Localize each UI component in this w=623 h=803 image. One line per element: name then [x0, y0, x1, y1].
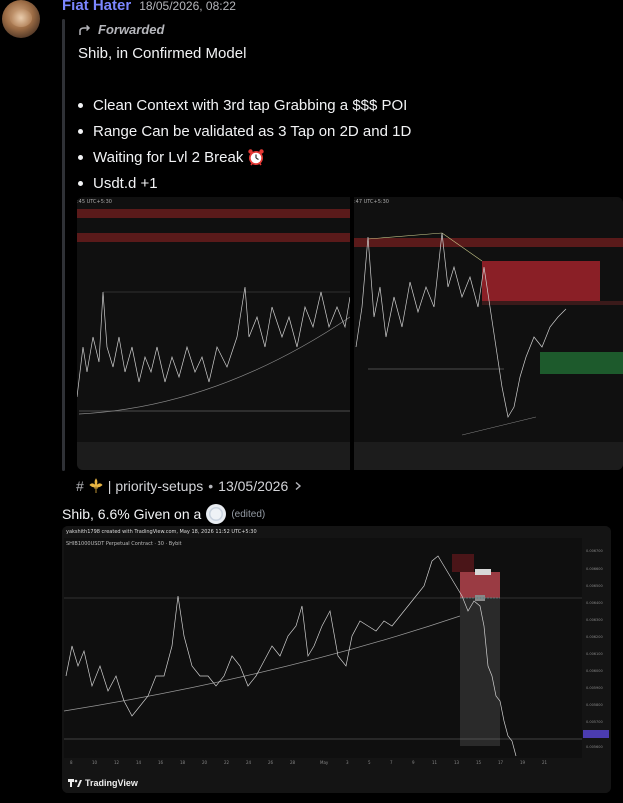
reply-line: Shib, 6.6% Given on a (edited) [62, 503, 265, 525]
svg-text:10: 10 [92, 760, 98, 765]
bullet-text: Waiting for Lvl 2 Break [93, 148, 244, 166]
plate-icon [205, 503, 227, 525]
channel-hash: # [76, 478, 84, 494]
svg-text:28: 28 [290, 760, 296, 765]
svg-text:0.006700: 0.006700 [586, 549, 603, 553]
svg-text:0.006400: 0.006400 [586, 601, 603, 605]
forwarded-text: Forwarded [98, 22, 165, 37]
alarm-clock-icon [246, 147, 266, 167]
reply-text: Shib, 6.6% Given on a [62, 506, 202, 522]
channel-link[interactable]: # | priority-setups • 13/05/2026 [76, 478, 303, 494]
author-name[interactable]: Fiat Hater [62, 0, 131, 14]
chart-header-text: yakshith1798 created with TradingView.co… [66, 529, 257, 535]
svg-text:0.006200: 0.006200 [586, 635, 603, 639]
tradingview-chart-image[interactable]: 0.006700 0.006600 0.006500 0.006400 0.00… [62, 526, 611, 793]
chart-caption: :45 UTC+5:30 [77, 199, 112, 205]
tradingview-brand: TradingView [85, 778, 138, 788]
message-timestamp: 18/05/2026, 08:22 [139, 0, 236, 13]
tradingview-logo: TradingView [68, 778, 138, 788]
svg-text:14: 14 [136, 760, 142, 765]
svg-text:0.005700: 0.005700 [586, 720, 603, 724]
svg-text:0.006600: 0.006600 [586, 567, 603, 571]
svg-text:22: 22 [224, 760, 230, 765]
svg-text:11: 11 [432, 760, 438, 765]
svg-text:12: 12 [114, 760, 120, 765]
edited-tag: (edited) [231, 508, 266, 520]
avatar[interactable] [2, 0, 40, 38]
chart-symbol: SHIB1000USDT Perpetual Contract · 30 · B… [66, 541, 182, 547]
channel-date: 13/05/2026 [218, 478, 289, 494]
svg-text:26: 26 [268, 760, 274, 765]
list-item: Range Can be validated as 3 Tap on 2D an… [78, 118, 411, 144]
channel-name: | priority-setups [107, 478, 204, 494]
list-item: Waiting for Lvl 2 Break [78, 144, 411, 170]
bullet-text: Clean Context with 3rd tap Grabbing a $$… [93, 96, 408, 114]
chevron-right-icon [295, 481, 302, 491]
forward-bar [62, 19, 65, 471]
image-attachments[interactable]: :45 UTC+5:30 :47 UTC+5:30 [77, 197, 623, 470]
chart-image-right[interactable]: :47 UTC+5:30 [354, 197, 623, 470]
svg-text:0.006300: 0.006300 [586, 618, 603, 622]
fleur-de-lis-icon [89, 478, 103, 493]
svg-text:15: 15 [476, 760, 482, 765]
svg-text:20: 20 [202, 760, 208, 765]
svg-text:0.005900: 0.005900 [586, 686, 603, 690]
svg-text:May: May [320, 760, 329, 765]
tradingview-logo-icon [68, 779, 82, 787]
svg-text:24: 24 [246, 760, 252, 765]
forward-arrow-icon [79, 24, 91, 35]
bullet-text: Usdt.d +1 [93, 174, 158, 192]
svg-text:18: 18 [180, 760, 186, 765]
svg-text:0.006000: 0.006000 [586, 669, 603, 673]
forwarded-label: Forwarded [78, 22, 164, 37]
svg-text:16: 16 [158, 760, 164, 765]
svg-text:0.006500: 0.006500 [586, 584, 603, 588]
forwarded-title: Shib, in Confirmed Model [78, 45, 247, 62]
message-header: Fiat Hater 18/05/2026, 08:22 [62, 0, 236, 15]
list-item: Clean Context with 3rd tap Grabbing a $$… [78, 92, 411, 118]
svg-text:17: 17 [498, 760, 504, 765]
channel-separator: • [208, 478, 214, 494]
chart-image-left[interactable]: :45 UTC+5:30 [77, 197, 351, 470]
svg-text:0.006100: 0.006100 [586, 652, 603, 656]
svg-text:19: 19 [520, 760, 526, 765]
svg-text:0.005800: 0.005800 [586, 703, 603, 707]
chart-caption: :47 UTC+5:30 [354, 199, 389, 205]
svg-text:13: 13 [454, 760, 460, 765]
list-item: Usdt.d +1 [78, 170, 411, 196]
bullet-list: Clean Context with 3rd tap Grabbing a $$… [78, 92, 411, 196]
svg-text:21: 21 [542, 760, 548, 765]
svg-text:0.005600: 0.005600 [586, 745, 603, 749]
bullet-text: Range Can be validated as 3 Tap on 2D an… [93, 122, 412, 140]
